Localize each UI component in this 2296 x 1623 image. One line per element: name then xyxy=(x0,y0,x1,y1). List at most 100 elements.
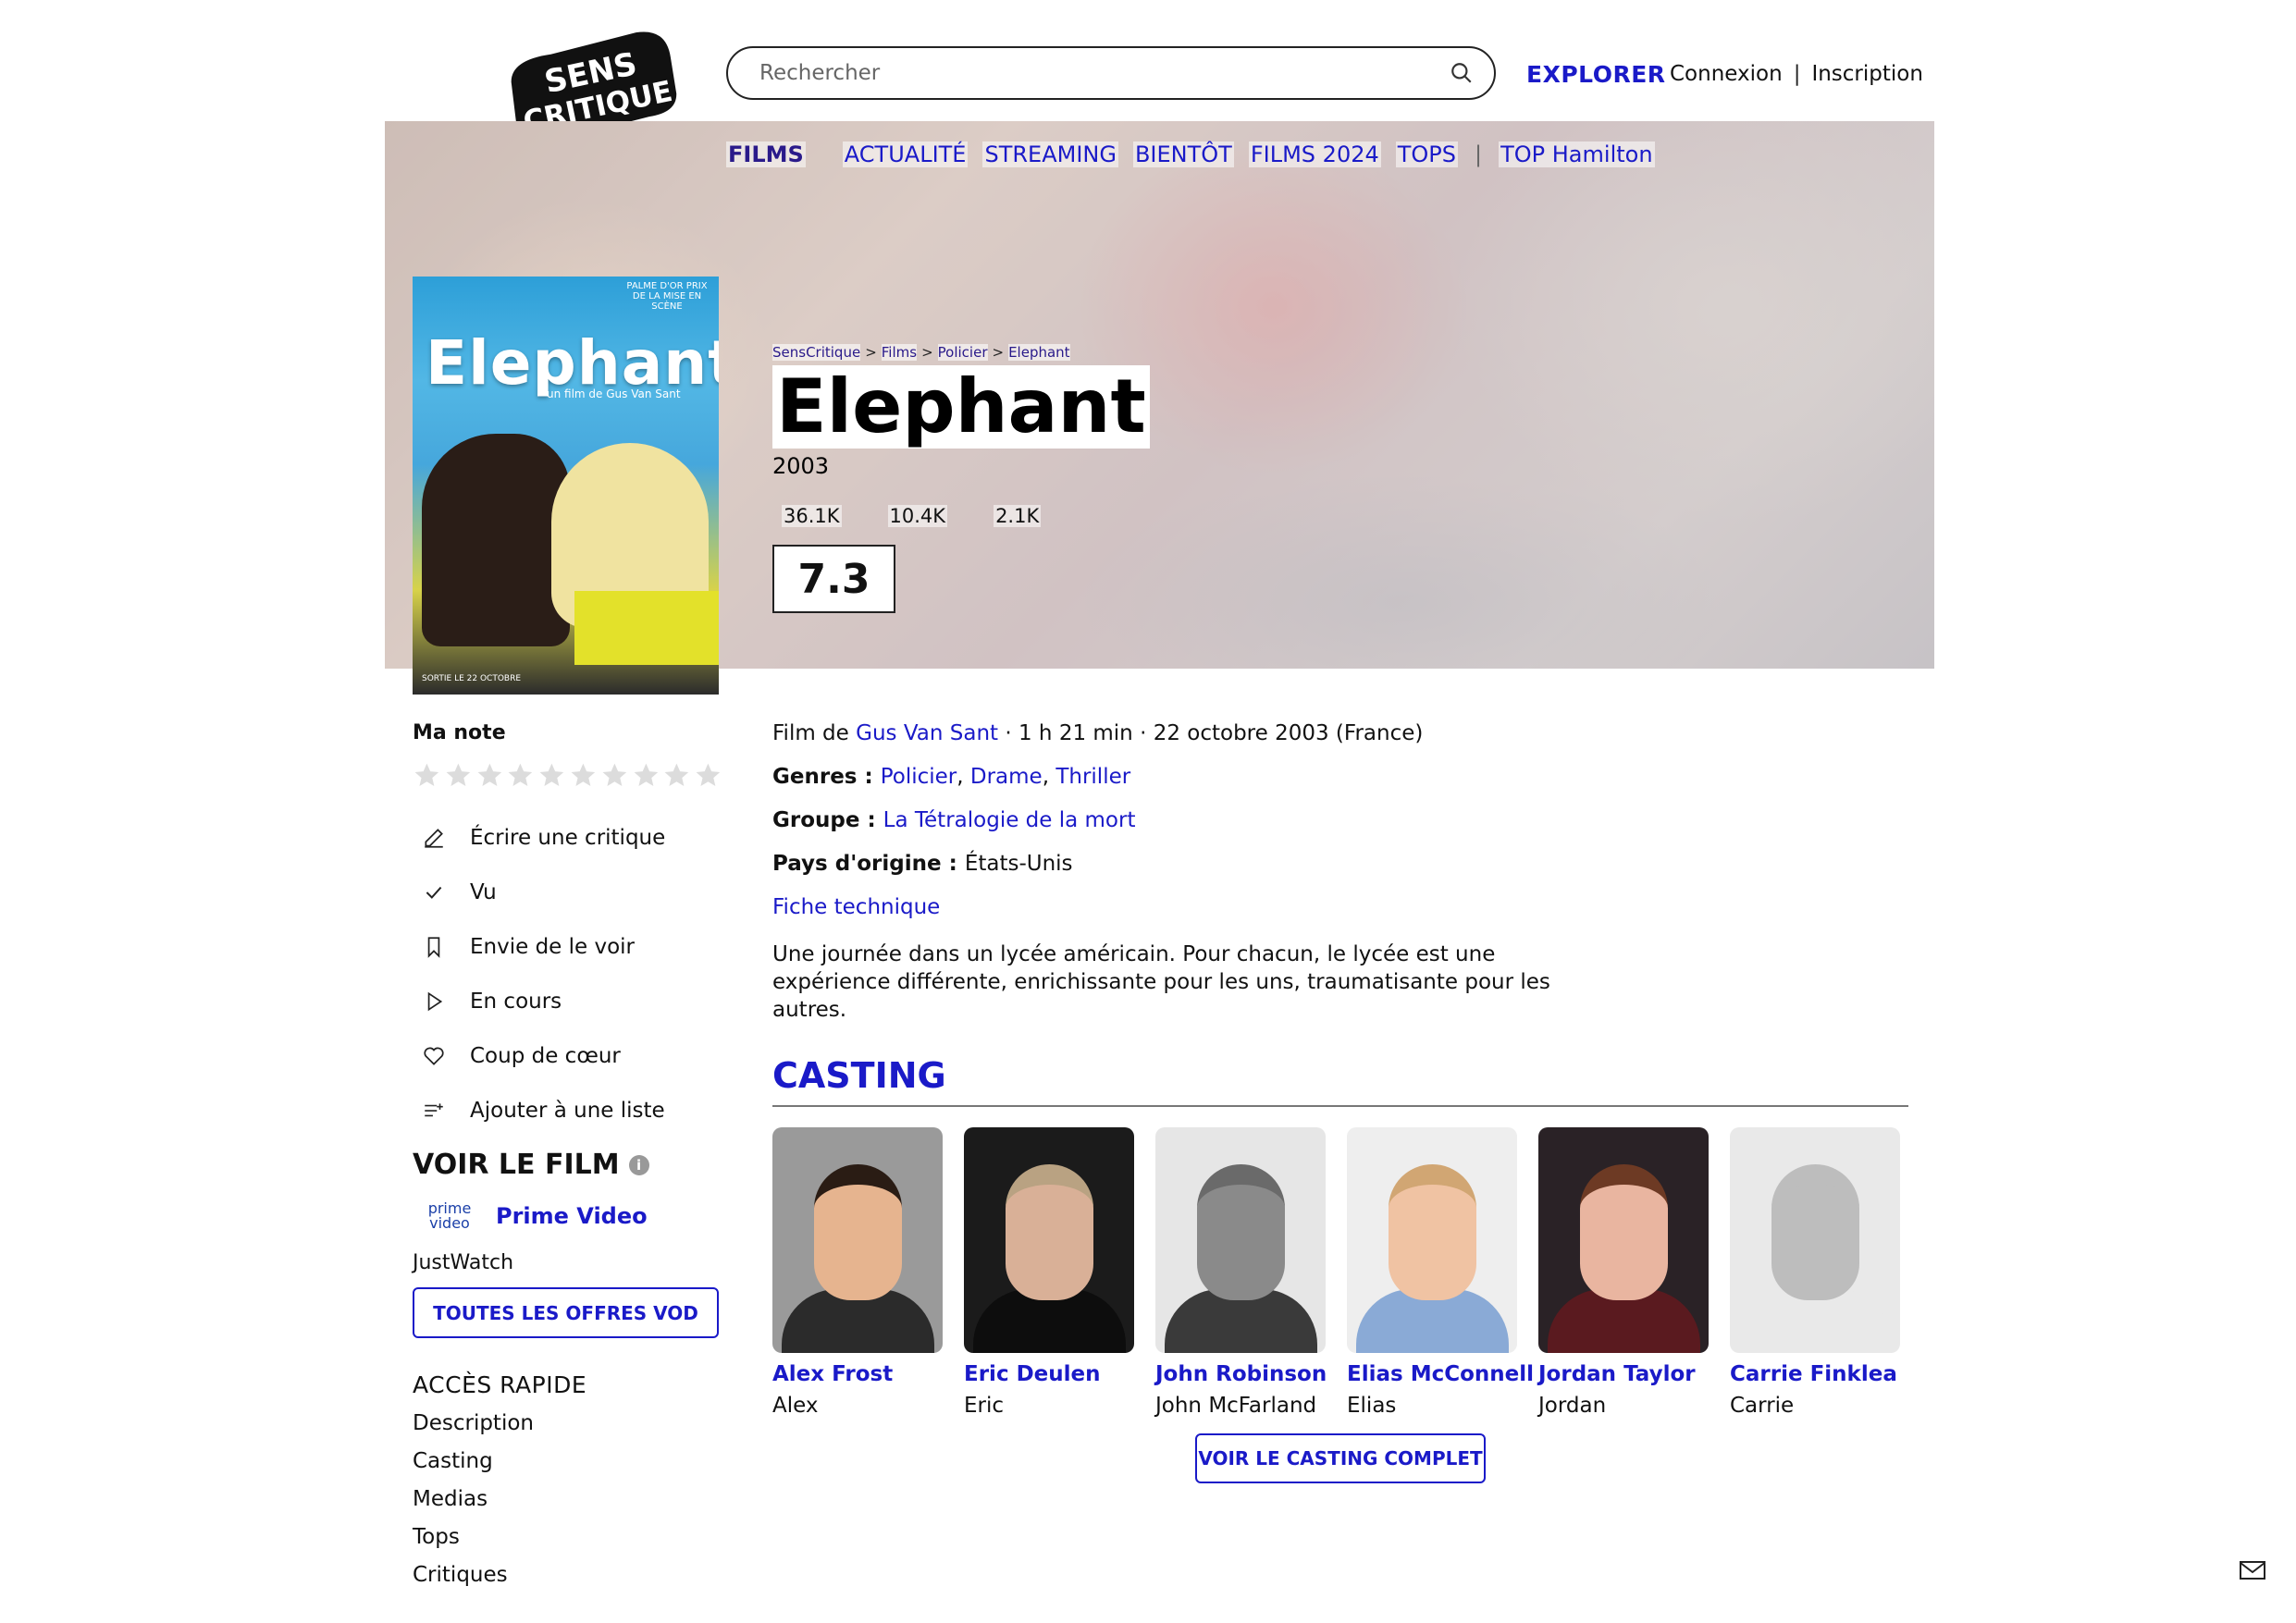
actor-name-link[interactable]: Elias McConnell xyxy=(1347,1362,1534,1386)
actor-photo[interactable] xyxy=(1155,1127,1326,1353)
star-icon[interactable] xyxy=(632,761,660,790)
cast-card[interactable]: Carrie Finklea Carrie xyxy=(1730,1127,1900,1418)
genres-row: Genres : Policier, Drame, Thriller xyxy=(772,765,1131,789)
quick-link-casting[interactable]: Casting xyxy=(413,1449,722,1487)
info-icon[interactable]: i xyxy=(628,1154,649,1175)
rating-stars[interactable] xyxy=(413,761,722,790)
list-add-icon xyxy=(425,1102,443,1116)
nav-films-2024[interactable]: FILMS 2024 xyxy=(1248,141,1381,167)
quick-link-medias[interactable]: Medias xyxy=(413,1487,722,1525)
quick-access-heading: ACCÈS RAPIDE xyxy=(413,1371,587,1398)
actor-photo[interactable] xyxy=(1538,1127,1709,1353)
watch-film-label: VOIR LE FILM xyxy=(413,1149,620,1181)
star-icon[interactable] xyxy=(413,761,441,790)
add-to-list-button[interactable]: Ajouter à une liste xyxy=(413,1083,722,1137)
mail-icon[interactable] xyxy=(2239,1559,2266,1581)
actor-name-link[interactable]: Eric Deulen xyxy=(964,1362,1134,1386)
signup-link[interactable]: Inscription xyxy=(1811,62,1923,86)
section-nav: FILMS ACTUALITÉ STREAMING BIENTÔT FILMS … xyxy=(726,141,1655,167)
breadcrumb-films[interactable]: Films xyxy=(881,344,918,361)
actor-photo[interactable] xyxy=(772,1127,943,1353)
genre-link-policier[interactable]: Policier xyxy=(881,765,957,789)
actor-silhouette-head xyxy=(1389,1164,1476,1300)
play-icon xyxy=(427,991,443,1011)
actor-silhouette-head xyxy=(1771,1164,1859,1300)
search-input[interactable] xyxy=(758,60,1450,86)
star-icon[interactable] xyxy=(475,761,504,790)
page-title: Elephant xyxy=(772,365,1150,449)
poster-release: SORTIE LE 22 OCTOBRE xyxy=(422,674,522,683)
cast-list: Alex Frost Alex Eric Deulen Eric John Robins… xyxy=(772,1127,1910,1418)
country-row: Pays d'origine : États-Unis xyxy=(772,852,1910,895)
star-icon[interactable] xyxy=(694,761,722,790)
film-year: 2003 xyxy=(772,453,830,479)
nav-divider: | xyxy=(1475,141,1483,167)
country-label: Pays d'origine : xyxy=(772,852,965,876)
tech-sheet-link[interactable]: Fiche technique xyxy=(772,895,940,919)
in-progress-button[interactable]: En cours xyxy=(413,974,722,1028)
actor-photo[interactable] xyxy=(1730,1127,1900,1353)
nav-films[interactable]: FILMS xyxy=(726,141,806,167)
actor-name-link[interactable]: John Robinson xyxy=(1155,1362,1327,1386)
cast-card[interactable]: Eric Deulen Eric xyxy=(964,1127,1134,1418)
poster-subtitle: un film de Gus Van Sant xyxy=(547,387,681,400)
search-icon[interactable] xyxy=(1450,61,1474,85)
breadcrumb-policier[interactable]: Policier xyxy=(937,344,988,361)
nav-actualite[interactable]: ACTUALITÉ xyxy=(842,141,969,167)
actor-name-link[interactable]: Jordan Taylor xyxy=(1538,1362,1709,1386)
film-poster[interactable]: PALME D'OR PRIX DE LA MISE EN SCÈNE Elep… xyxy=(413,277,719,695)
auth-links: Connexion | Inscription xyxy=(1670,62,1923,86)
nav-bientot[interactable]: BIENTÔT xyxy=(1132,141,1234,167)
action-label: Envie de le voir xyxy=(470,934,636,959)
favorite-button[interactable]: Coup de cœur xyxy=(413,1028,722,1083)
pencil-icon xyxy=(425,828,443,848)
seen-button[interactable]: Vu xyxy=(413,865,722,919)
star-icon[interactable] xyxy=(569,761,598,790)
synopsis: Une journée dans un lycée américain. Pou… xyxy=(772,942,1550,1022)
nav-tops[interactable]: TOPS xyxy=(1395,141,1459,167)
actor-photo[interactable] xyxy=(964,1127,1134,1353)
cast-card[interactable]: John Robinson John McFarland xyxy=(1155,1127,1327,1418)
quick-link-tops[interactable]: Tops xyxy=(413,1525,722,1563)
actor-role: Alex xyxy=(772,1394,819,1418)
star-icon[interactable] xyxy=(444,761,473,790)
casting-heading: CASTING xyxy=(772,1055,1908,1107)
breadcrumb-elephant[interactable]: Elephant xyxy=(1008,344,1070,361)
left-column: Ma note Écrire une critique Vu Envie de … xyxy=(413,721,722,1601)
group-link[interactable]: La Tétralogie de la mort xyxy=(883,808,1136,832)
cast-card[interactable]: Elias McConnell Elias xyxy=(1347,1127,1534,1418)
justwatch-logo[interactable]: JustWatch xyxy=(413,1251,722,1274)
star-icon[interactable] xyxy=(506,761,535,790)
nav-streaming[interactable]: STREAMING xyxy=(982,141,1118,167)
my-rating-label: Ma note xyxy=(413,721,506,744)
star-icon[interactable] xyxy=(537,761,566,790)
explorer-link[interactable]: EXPLORER xyxy=(1526,61,1666,88)
star-icon[interactable] xyxy=(662,761,691,790)
cast-card[interactable]: Alex Frost Alex xyxy=(772,1127,943,1418)
search-bar[interactable] xyxy=(726,46,1496,100)
actor-photo[interactable] xyxy=(1347,1127,1517,1353)
prime-video-label[interactable]: Prime Video xyxy=(496,1203,648,1229)
genre-link-thriller[interactable]: Thriller xyxy=(1055,765,1130,789)
group-row: Groupe : La Tétralogie de la mort xyxy=(772,808,1910,852)
quick-link-description[interactable]: Description xyxy=(413,1411,722,1449)
quick-link-critiques[interactable]: Critiques xyxy=(413,1563,722,1601)
wishlist-button[interactable]: Envie de le voir xyxy=(413,919,722,974)
nav-top-hamilton[interactable]: TOP Hamilton xyxy=(1499,141,1655,167)
tech-sheet-row: Fiche technique xyxy=(772,895,1910,939)
full-cast-button[interactable]: VOIR LE CASTING COMPLET xyxy=(1195,1433,1486,1483)
star-icon[interactable] xyxy=(600,761,629,790)
action-label: En cours xyxy=(470,989,562,1014)
cast-card[interactable]: Jordan Taylor Jordan xyxy=(1538,1127,1709,1418)
actor-name-link[interactable]: Alex Frost xyxy=(772,1362,943,1386)
genre-link-drame[interactable]: Drame xyxy=(970,765,1043,789)
stat-ratings: 36.1K xyxy=(782,505,842,527)
director-link[interactable]: Gus Van Sant xyxy=(856,721,998,745)
login-link[interactable]: Connexion xyxy=(1670,62,1783,86)
write-review-button[interactable]: Écrire une critique xyxy=(413,810,722,865)
actor-name-link[interactable]: Carrie Finklea xyxy=(1730,1362,1900,1386)
quick-access-links: Description Casting Medias Tops Critique… xyxy=(413,1411,722,1601)
all-vod-offers-button[interactable]: TOUTES LES OFFRES VOD xyxy=(413,1287,719,1338)
breadcrumb-senscritique[interactable]: SensCritique xyxy=(772,344,861,361)
prime-video-offer[interactable]: prime video Prime Video xyxy=(413,1201,722,1231)
